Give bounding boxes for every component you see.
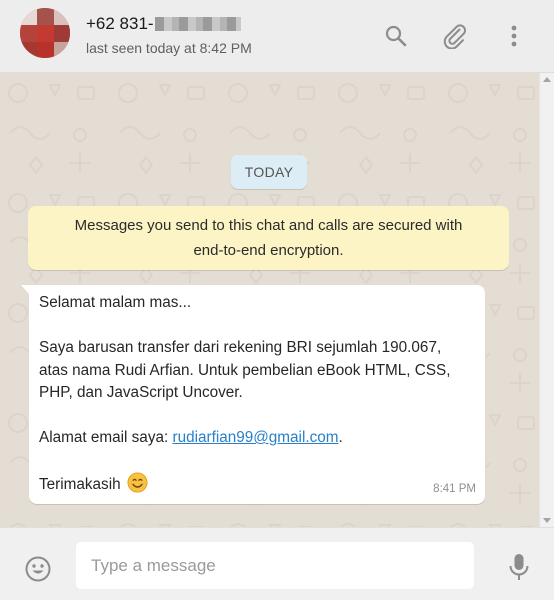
message-body-line-2: atas nama Rudi Arfian. Untuk pembelian e… xyxy=(39,361,451,379)
message-closing-line: Terimakasih xyxy=(39,472,475,497)
message-body-line-3: PHP, dan JavaScript Uncover. xyxy=(39,384,243,401)
message-timestamp: 8:41 PM xyxy=(433,482,476,495)
mic-icon xyxy=(509,554,529,580)
contact-name[interactable]: +62 831- xyxy=(86,14,241,34)
attach-icon xyxy=(443,24,466,49)
encryption-notice[interactable]: Messages you send to this chat and calls… xyxy=(28,206,509,270)
voice-message-button[interactable] xyxy=(505,552,533,582)
menu-button[interactable] xyxy=(500,22,528,50)
redacted-phone-digits xyxy=(154,17,241,31)
emoji-button[interactable] xyxy=(24,555,52,583)
scroll-up-arrow-icon[interactable] xyxy=(543,77,551,82)
encryption-notice-line1: Messages you send to this chat and calls… xyxy=(74,217,463,234)
menu-icon xyxy=(511,25,517,47)
message-body-line-1: Saya barusan transfer dari rekening BRI … xyxy=(39,339,442,356)
encryption-notice-line2: end-to-end encryption. xyxy=(193,242,344,259)
message-greeting: Selamat malam mas... xyxy=(39,294,192,311)
email-label: Alamat email saya: xyxy=(39,429,173,446)
email-suffix: . xyxy=(338,429,343,446)
search-icon xyxy=(385,25,407,47)
attach-button[interactable] xyxy=(441,22,469,50)
chat-header: +62 831- last seen today at 8:42 PM xyxy=(0,0,554,73)
smiling-face-emoji-icon xyxy=(127,472,148,493)
date-divider: TODAY xyxy=(231,155,307,189)
compose-bar xyxy=(0,527,554,600)
email-link[interactable]: rudiarfian99@gmail.com xyxy=(172,429,338,446)
message-email-line: Alamat email saya: rudiarfian99@gmail.co… xyxy=(39,427,475,450)
incoming-message-bubble[interactable]: Selamat malam mas... Saya barusan transf… xyxy=(29,285,485,504)
emoji-icon xyxy=(25,556,51,582)
chat-scrollbar[interactable] xyxy=(539,73,554,527)
contact-avatar[interactable] xyxy=(20,8,70,58)
message-input[interactable] xyxy=(76,542,474,589)
contact-name-text: +62 831- xyxy=(86,14,154,33)
search-button[interactable] xyxy=(382,22,410,50)
bubble-tail xyxy=(21,285,29,294)
message-closing: Terimakasih xyxy=(39,476,121,493)
scroll-down-arrow-icon[interactable] xyxy=(543,518,551,523)
last-seen-status: last seen today at 8:42 PM xyxy=(86,40,252,56)
